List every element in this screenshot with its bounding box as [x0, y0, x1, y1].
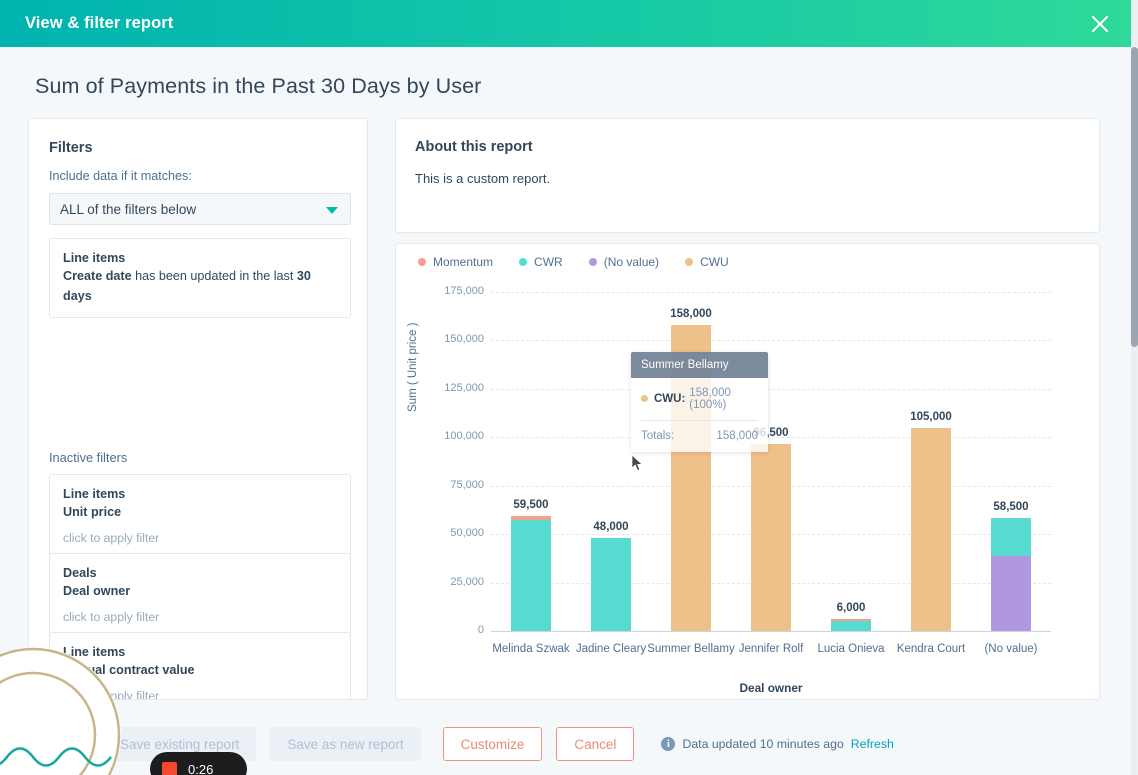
bar-column[interactable]: 58,500	[971, 501, 1051, 631]
filter-object: Line items	[63, 645, 126, 659]
about-body: This is a custom report.	[415, 171, 551, 186]
stacked-bar[interactable]	[511, 515, 551, 631]
filter-property: Unit price	[63, 505, 122, 520]
inactive-filter-card[interactable]: Deals Deal owner click to apply filter	[49, 553, 351, 636]
match-type-value: ALL of the filters below	[60, 201, 197, 217]
filter-property: Annual contract value	[63, 663, 195, 678]
data-updated-note: i Data updated 10 minutes ago Refresh	[661, 737, 894, 751]
bar-value-label: 48,000	[593, 521, 629, 534]
bar-column[interactable]: 158,000	[651, 308, 731, 631]
stop-recording-icon[interactable]	[162, 761, 177, 775]
bar-segment[interactable]	[991, 556, 1031, 631]
stacked-bar[interactable]	[591, 538, 631, 631]
bar-value-label: 158,000	[670, 307, 712, 320]
modal-title: View & filter report	[25, 14, 174, 32]
about-report-panel: About this report This is a custom repor…	[395, 118, 1100, 233]
y-axis-title: Sum ( Unit price )	[407, 322, 419, 412]
bar-value-label: 96,500	[753, 427, 789, 440]
stacked-bar[interactable]	[831, 619, 871, 631]
bar-segment[interactable]	[751, 444, 791, 631]
y-axis-tick-label: 25,000	[450, 575, 484, 588]
apply-filter-hint[interactable]: click to apply filter	[63, 610, 337, 624]
filter-property: Deal owner	[63, 584, 131, 599]
page-scrollbar[interactable]	[1131, 0, 1138, 775]
bar-segment[interactable]	[911, 427, 951, 631]
info-icon: i	[661, 737, 676, 751]
stacked-bar[interactable]	[991, 517, 1031, 631]
filter-object: Line items	[63, 251, 126, 265]
y-axis-tick-label: 0	[477, 624, 484, 636]
filter-object: Deals	[63, 566, 97, 580]
stacked-bar[interactable]	[751, 444, 791, 631]
match-type-select[interactable]: ALL of the filters below	[49, 193, 351, 225]
y-axis-tick-label: 75,000	[450, 478, 484, 491]
bar-segment[interactable]	[991, 517, 1031, 557]
bar-segment[interactable]	[591, 538, 631, 631]
filters-subheading: Include data if it matches:	[49, 169, 192, 183]
filter-unit: days	[63, 288, 92, 303]
bar-column[interactable]: 59,500	[491, 499, 571, 631]
cancel-button[interactable]: Cancel	[556, 727, 635, 761]
bar-value-label: 59,500	[513, 498, 549, 511]
screen-recorder-pill: 0:26	[150, 752, 247, 775]
about-heading: About this report	[415, 139, 533, 155]
mouse-cursor-icon	[631, 454, 644, 477]
scrollbar-thumb[interactable]	[1131, 47, 1138, 347]
y-axis-tick-label: 175,000	[444, 285, 484, 297]
data-updated-text: Data updated 10 minutes ago	[682, 737, 844, 751]
x-axis-title: Deal owner	[739, 681, 803, 695]
y-axis-tick-label: 150,000	[444, 333, 484, 346]
y-axis-tick-label: 125,000	[444, 381, 484, 394]
modal-header: View & filter report	[0, 0, 1131, 47]
bar-segment[interactable]	[671, 324, 711, 631]
stacked-bar[interactable]	[911, 427, 951, 631]
bar-value-label: 6,000	[836, 602, 866, 615]
bar-column[interactable]: 6,000	[811, 602, 891, 631]
filter-value: 30	[296, 269, 311, 284]
inactive-filter-card[interactable]: Line items Unit price click to apply fil…	[49, 474, 351, 557]
apply-filter-hint[interactable]: click to apply filter	[63, 531, 337, 545]
active-filter-card[interactable]: Line items Create date has been updated …	[49, 238, 351, 319]
page-title: Sum of Payments in the Past 30 Days by U…	[35, 74, 482, 98]
filters-panel: Filters Include data if it matches: ALL …	[28, 118, 368, 700]
x-axis-tick-label: (No value)	[984, 643, 1038, 655]
filter-property: Create date	[63, 269, 132, 284]
chart-plot-area: Sum ( Unit price ) 0 25,000 50,000 75,000 10…	[396, 244, 1101, 701]
bar-segment[interactable]	[511, 519, 551, 631]
customize-button[interactable]: Customize	[442, 727, 543, 761]
inactive-filters-heading: Inactive filters	[49, 450, 128, 465]
close-icon[interactable]	[1087, 11, 1113, 37]
bar-value-label: 105,000	[910, 410, 952, 423]
recording-timer: 0:26	[188, 761, 214, 775]
filter-object: Line items	[63, 487, 126, 501]
y-axis-ticks: 0 25,000 50,000 75,000 100,000 125,000 150,000…	[424, 244, 484, 701]
filters-heading: Filters	[49, 140, 93, 156]
bar-column[interactable]: 96,500	[731, 427, 811, 631]
bar-value-label: 58,500	[993, 500, 1029, 513]
bar-column[interactable]: 105,000	[891, 411, 971, 631]
chart-panel: Momentum CWR (No value) CWU Sum ( Unit pric…	[395, 243, 1100, 700]
save-as-new-report-button[interactable]: Save as new report	[270, 727, 421, 761]
chevron-down-icon	[326, 207, 338, 214]
y-axis-tick-label: 50,000	[450, 527, 484, 540]
report-modal: View & filter report Sum of Payments in …	[0, 0, 1138, 775]
y-axis-tick-label: 100,000	[444, 430, 484, 443]
refresh-link[interactable]: Refresh	[851, 737, 894, 751]
filter-condition: has been updated in the last	[131, 269, 297, 284]
bar-segment[interactable]	[831, 620, 871, 631]
stacked-bar[interactable]	[671, 324, 711, 631]
chart-bars: 59,500 48,000 158,000 96,500 6,000 105,000 58,…	[491, 244, 1051, 701]
bar-column[interactable]: 48,000	[571, 521, 651, 631]
